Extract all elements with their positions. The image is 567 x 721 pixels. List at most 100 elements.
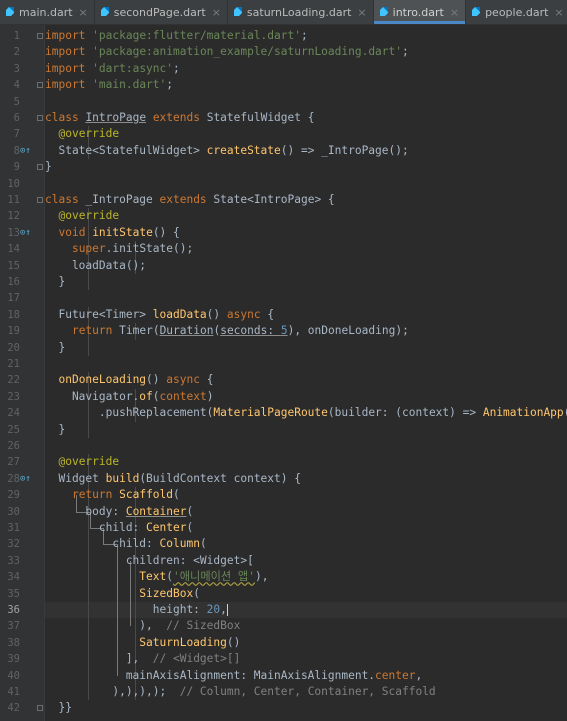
code-line[interactable]: } <box>45 422 65 438</box>
fold-marker-icon[interactable] <box>37 705 43 712</box>
code-token: MaterialPageRoute <box>213 406 328 420</box>
code-line[interactable]: } <box>45 340 65 356</box>
code-line[interactable]: Text('애니메이션 앱'), <box>45 569 268 585</box>
code-token: Future<Timer> <box>45 307 153 321</box>
line-number: 5 <box>13 95 20 108</box>
code-token: 5 <box>280 324 288 338</box>
override-marker-icon[interactable]: ⊙↑ <box>20 143 31 159</box>
code-line[interactable]: import 'package:flutter/material.dart'; <box>45 28 308 44</box>
code-token: async <box>166 373 200 387</box>
code-line[interactable]: ), // SizedBox <box>45 618 240 634</box>
code-token: () { <box>152 225 180 239</box>
fold-marker-icon[interactable] <box>37 82 43 89</box>
code-line[interactable]: @override <box>45 454 119 470</box>
code-line[interactable]: super.initState(); <box>45 241 193 257</box>
code-line[interactable]: Future<Timer> loadData() async { <box>45 307 274 323</box>
close-icon[interactable]: × <box>554 6 563 19</box>
tab-saturnloading[interactable]: saturnLoading.dart × <box>228 0 374 24</box>
code-line[interactable]: child: Center( <box>45 520 193 536</box>
code-token: ())) <box>564 406 567 419</box>
line-number-gutter[interactable]: 1 2 3 4 5 6 7 8 9 10 11 12 13 14 15 16 17 18 19 20 21 22 23 24 2… <box>0 25 45 721</box>
code-line[interactable]: child: Column( <box>45 536 206 552</box>
code-token: import <box>45 78 86 92</box>
code-line[interactable]: import 'package:animation_example/saturn… <box>45 44 409 60</box>
code-line[interactable]: children: <Widget>[ <box>45 553 254 569</box>
close-icon[interactable]: × <box>357 6 366 19</box>
code-line[interactable]: import 'main.dart'; <box>45 77 173 93</box>
code-token: ; <box>186 242 194 256</box>
line-number: 41 <box>7 686 20 698</box>
line-number: 7 <box>13 128 20 141</box>
line-number: 10 <box>7 177 20 190</box>
code-line[interactable]: } <box>45 274 65 290</box>
code-token: ( <box>186 521 194 534</box>
code-line[interactable]: loadData(); <box>45 258 146 274</box>
override-marker-icon[interactable]: ⊙↑ <box>20 471 31 487</box>
code-line[interactable]: SizedBox( <box>45 586 200 602</box>
code-line[interactable]: height: 20, <box>45 602 228 618</box>
code-line[interactable]: return Scaffold( <box>45 487 180 503</box>
code-token: , <box>415 668 423 682</box>
tab-main[interactable]: main.dart × <box>0 0 95 24</box>
code-line[interactable]: ], // <Widget>[] <box>45 651 241 667</box>
code-line[interactable]: .pushReplacement(MaterialPageRoute(build… <box>45 405 567 421</box>
code-line[interactable]: mainAxisAlignment: MainAxisAlignment.cen… <box>45 668 422 684</box>
code-line[interactable]: ),),),); // Column, Center, Container, S… <box>45 684 436 700</box>
tab-intro[interactable]: intro.dart × <box>373 0 467 24</box>
code-token: Navigator. <box>45 389 140 403</box>
code-token: Column <box>159 537 200 551</box>
code-line[interactable]: class _IntroPage extends State<IntroPage… <box>45 192 335 208</box>
code-token: , onDoneLoading) <box>294 324 403 338</box>
code-line[interactable]: State<StatefulWidget> createState() => _… <box>45 143 408 159</box>
code-token: () <box>146 373 167 387</box>
code-token: // Column, Center, Container, Scaffold <box>179 685 436 698</box>
fold-marker-icon[interactable] <box>37 115 43 121</box>
code-token: class <box>45 193 79 206</box>
code-line[interactable]: class IntroPage extends StatefulWidget { <box>45 110 314 126</box>
code-line[interactable]: } <box>45 159 52 175</box>
code-line[interactable]: body: Container( <box>45 504 193 520</box>
code-token: of <box>139 389 153 403</box>
code-token: () <box>206 307 227 321</box>
code-token: ( <box>193 586 200 600</box>
tab-secondpage[interactable]: secondPage.dart × <box>95 0 228 24</box>
code-line[interactable]: onDoneLoading() async { <box>45 372 213 388</box>
close-icon[interactable]: × <box>79 6 88 19</box>
tab-people[interactable]: people.dart × <box>466 0 567 24</box>
dart-file-icon <box>100 7 110 17</box>
line-number: 14 <box>7 243 20 256</box>
code-token: .pushReplacement( <box>45 406 214 420</box>
fold-marker-icon[interactable] <box>37 33 43 39</box>
code-token: Center <box>146 521 187 534</box>
line-number: 11 <box>7 194 20 206</box>
code-token: ), <box>254 570 269 584</box>
code-line[interactable]: return Timer(Duration(seconds: 5), onDon… <box>45 323 409 339</box>
code-line[interactable]: @override <box>45 126 119 142</box>
code-token: State<IntroPage> { <box>206 193 335 206</box>
code-line[interactable]: @override <box>45 208 119 224</box>
fold-marker-icon[interactable] <box>37 164 43 171</box>
close-icon[interactable]: × <box>450 6 459 19</box>
code-line[interactable]: void initState() { <box>45 225 180 241</box>
code-line[interactable]: import 'dart:async'; <box>45 61 180 77</box>
code-token: return <box>71 488 113 502</box>
code-token: ; <box>402 324 409 338</box>
code-token: center <box>375 668 416 682</box>
code-line[interactable]: Navigator.of(context) <box>45 389 214 405</box>
line-number: 35 <box>7 587 20 600</box>
close-icon[interactable]: × <box>212 6 221 19</box>
code-token: AnimationApp <box>482 406 564 420</box>
code-line[interactable]: SaturnLoading() <box>45 635 240 651</box>
code-editor[interactable]: import 'package:flutter/material.dart'; i… <box>45 25 567 721</box>
code-token: super <box>71 242 106 256</box>
line-number: 40 <box>7 669 20 682</box>
override-marker-icon[interactable]: ⊙↑ <box>20 225 31 241</box>
line-number: 15 <box>7 259 20 272</box>
editor-tab-bar: main.dart × secondPage.dart × saturnLoading.… <box>0 0 567 25</box>
fold-marker-icon[interactable] <box>37 197 43 203</box>
code-line[interactable]: Widget build(BuildContext context) { <box>45 471 301 487</box>
code-line[interactable]: }} <box>45 700 71 716</box>
